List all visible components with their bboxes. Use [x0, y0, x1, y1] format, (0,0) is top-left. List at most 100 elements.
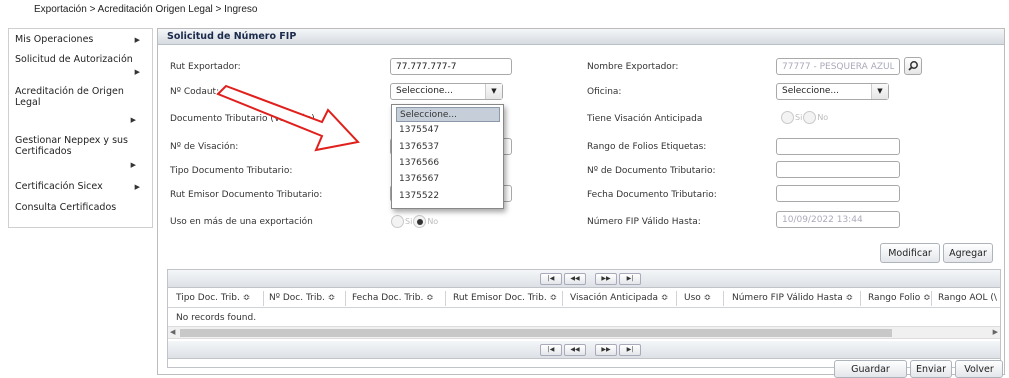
column-header-tipo-doc[interactable]: Tipo Doc. Trib. ≎ — [176, 293, 250, 303]
uso-si-radio[interactable] — [391, 215, 404, 228]
chevron-down-icon: ▼ — [871, 84, 888, 99]
nro-doc-input[interactable] — [776, 161, 900, 178]
volver-button[interactable]: Volver — [955, 360, 1003, 378]
search-icon — [908, 61, 918, 71]
fecha-doc-label: Fecha Documento Tributario: — [587, 190, 717, 200]
sidebar-item-certificacion-sicex[interactable]: Certificación Sicex ▶ — [9, 181, 152, 192]
dropdown-option[interactable]: Seleccione... — [396, 107, 500, 122]
next-page-button[interactable]: ▶▶ — [595, 273, 617, 285]
dropdown-option[interactable]: 1376567 — [396, 172, 500, 187]
column-header-nro-doc[interactable]: Nº Doc. Trib. ≎ — [269, 293, 335, 303]
grid-horizontal-scrollbar[interactable]: ◀ ▶ — [168, 326, 1000, 339]
oficina-selected-value: Seleccione... — [782, 86, 840, 96]
column-separator — [931, 291, 932, 306]
column-separator — [445, 291, 446, 306]
rut-exportador-input[interactable] — [390, 58, 512, 75]
scroll-left-icon[interactable]: ◀ — [170, 328, 175, 336]
column-header-visacion[interactable]: Visación Anticipada ≎ — [570, 293, 668, 303]
sidebar-item-acreditacion-origen-legal[interactable]: Acreditación de Origen Legal — [9, 86, 129, 108]
tiene-visacion-label: Tiene Visación Anticipada — [587, 114, 703, 124]
sidebar-item-mis-operaciones[interactable]: Mis Operaciones ▶ — [9, 34, 152, 45]
dropdown-option[interactable]: 1375522 — [396, 189, 500, 204]
uso-label: Uso en más de una exportación — [170, 217, 313, 227]
sidebar-menu: Mis Operaciones ▶ Solicitud de Autorizac… — [8, 28, 153, 228]
sidebar-item-label: Gestionar Neppex y sus Certificados — [15, 135, 128, 157]
dropdown-option[interactable]: 1376566 — [396, 156, 500, 171]
first-page-button[interactable]: |◀ — [540, 273, 562, 285]
breadcrumb: Exportación > Acreditación Origen Legal … — [34, 4, 258, 15]
grid-pager-bottom: |◀ ◀◀ ▶▶ ▶| — [168, 341, 1000, 359]
radio-no-label: No — [817, 113, 829, 122]
sidebar-item-gestionar-neppex[interactable]: Gestionar Neppex y sus Certificados — [9, 135, 139, 157]
column-header-fip-valido[interactable]: Número FIP Válido Hasta ≎ — [732, 293, 853, 303]
panel-title: Solicitud de Número FIP — [158, 29, 1004, 45]
nro-doc-label: Nº de Documento Tributario: — [587, 166, 716, 176]
tiene-visacion-radio-group: Si No — [781, 111, 828, 124]
sidebar-item-label: Solicitud de Autorización — [15, 54, 133, 65]
scrollbar-thumb[interactable] — [180, 329, 892, 337]
chevron-right-icon: ▶ — [130, 116, 136, 124]
rango-folios-input[interactable] — [776, 138, 900, 155]
column-separator — [676, 291, 677, 306]
dropdown-option[interactable]: 1376537 — [396, 140, 500, 155]
last-page-button[interactable]: ▶| — [619, 344, 641, 356]
sidebar-item-label: Consulta Certificados — [15, 202, 117, 213]
tipo-doc-label: Tipo Documento Tributario: — [170, 166, 293, 176]
chevron-right-icon: ▶ — [130, 161, 136, 169]
enviar-button[interactable]: Enviar — [910, 360, 952, 378]
last-page-button[interactable]: ▶| — [619, 273, 641, 285]
prev-page-button[interactable]: ◀◀ — [564, 344, 586, 356]
fip-valido-input — [776, 211, 900, 228]
tiene-visacion-no-radio[interactable] — [803, 111, 817, 124]
sidebar-item-label: Certificación Sicex — [15, 181, 103, 192]
radio-no-label: No — [427, 217, 439, 226]
uso-no-radio[interactable] — [413, 215, 427, 228]
column-separator — [723, 291, 724, 306]
chevron-right-icon: ▶ — [134, 183, 140, 191]
grid-pager-top: |◀ ◀◀ ▶▶ ▶| — [168, 270, 1000, 288]
column-header-rango-folio[interactable]: Rango Folio ≎ — [868, 293, 931, 303]
codaut-dropdown-list: Seleccione... 1375547 1376537 1376566 13… — [391, 104, 504, 209]
chevron-down-icon: ▼ — [485, 84, 502, 99]
sidebar-item-solicitud-autorizacion[interactable]: Solicitud de Autorización ▶ — [9, 54, 152, 76]
fecha-doc-input[interactable] — [776, 185, 900, 202]
sidebar-item-label: Acreditación de Origen Legal — [15, 86, 124, 108]
rango-folios-label: Rango de Folios Etiquetas: — [587, 142, 707, 152]
rut-emisor-label: Rut Emisor Documento Tributario: — [170, 190, 323, 200]
chevron-right-icon: ▶ — [134, 36, 140, 44]
column-header-fecha-doc[interactable]: Fecha Doc. Trib. ≎ — [352, 293, 434, 303]
modificar-button[interactable]: Modificar — [880, 243, 940, 263]
documents-grid: |◀ ◀◀ ▶▶ ▶| Tipo Doc. Trib. ≎ Nº Doc. Tr… — [167, 269, 1001, 368]
grid-header-row: Tipo Doc. Trib. ≎ Nº Doc. Trib. ≎ Fecha … — [168, 289, 1000, 308]
codaut-label: Nº Codaut: — [170, 87, 220, 97]
grid-empty-message: No records found. — [176, 313, 257, 323]
nombre-exportador-label: Nombre Exportador: — [587, 62, 679, 72]
chevron-right-icon: ▶ — [134, 68, 140, 76]
next-page-button[interactable]: ▶▶ — [595, 344, 617, 356]
rut-exportador-label: Rut Exportador: — [170, 62, 241, 72]
dropdown-option[interactable]: 1375547 — [396, 123, 500, 138]
first-page-button[interactable]: |◀ — [540, 344, 562, 356]
fip-valido-label: Número FIP Válido Hasta: — [587, 217, 701, 227]
guardar-button[interactable]: Guardar — [834, 360, 907, 378]
column-separator — [263, 291, 264, 306]
nombre-exportador-input — [776, 58, 900, 75]
column-separator — [345, 291, 346, 306]
column-separator — [562, 291, 563, 306]
column-header-uso[interactable]: Uso ≎ — [684, 293, 711, 303]
oficina-select[interactable]: Seleccione... ▼ — [776, 83, 889, 100]
radio-si-label: Si — [795, 113, 803, 122]
sidebar-item-label: Mis Operaciones — [15, 34, 94, 45]
agregar-button[interactable]: Agregar — [943, 243, 993, 263]
tiene-visacion-si-radio[interactable] — [781, 111, 794, 124]
prev-page-button[interactable]: ◀◀ — [564, 273, 586, 285]
codaut-select[interactable]: Seleccione... ▼ — [390, 83, 503, 100]
search-exportador-button[interactable] — [904, 57, 922, 75]
uso-radio-group: Si No — [391, 215, 438, 228]
radio-si-label: Si — [405, 217, 413, 226]
column-header-rango-aol[interactable]: Rango AOL (\ — [938, 293, 997, 303]
scroll-right-icon[interactable]: ▶ — [993, 328, 998, 336]
sidebar-item-consulta-certificados[interactable]: Consulta Certificados — [9, 202, 152, 213]
column-header-rut-emisor[interactable]: Rut Emisor Doc. Trib. ≎ — [453, 293, 557, 303]
annotation-arrow-icon — [216, 84, 360, 152]
